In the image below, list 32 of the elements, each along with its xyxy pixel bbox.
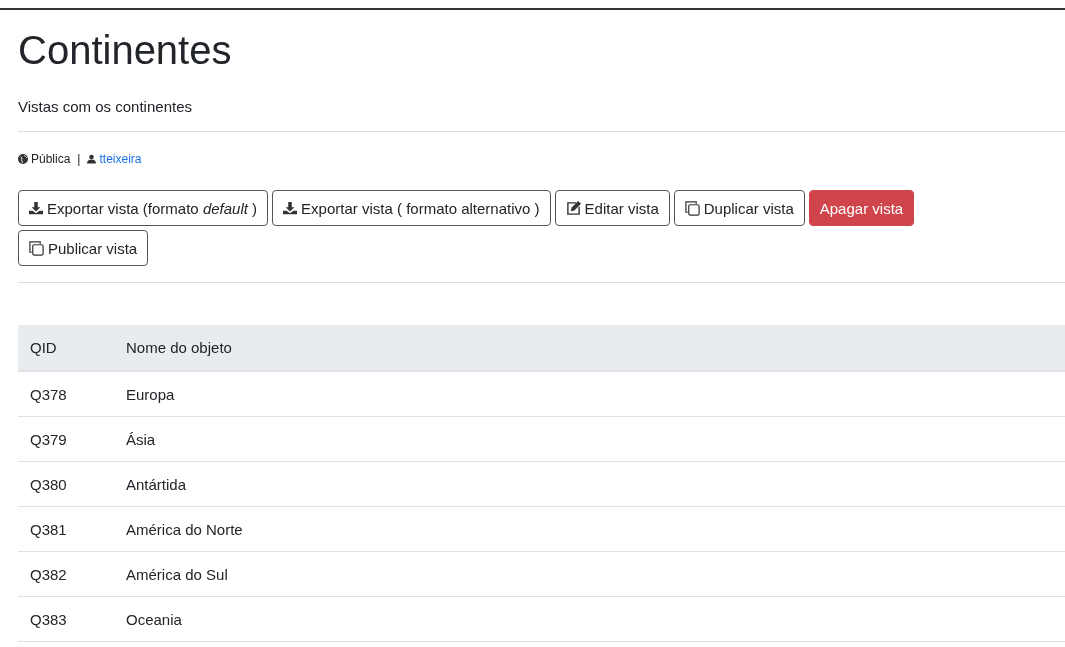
description: Vistas com os continentes <box>18 98 193 115</box>
table-cell: Europa <box>114 371 1065 417</box>
table-cell: Q382 <box>18 551 114 597</box>
separator: | <box>77 152 81 166</box>
table-cell: Q378 <box>18 371 114 417</box>
user-icon <box>87 154 97 164</box>
page-title: Continentes <box>18 27 233 74</box>
table-cell: Oceania <box>114 596 1065 642</box>
table-cell: América do Norte <box>114 506 1065 552</box>
download-icon <box>29 201 43 215</box>
author-link[interactable]: tteixeira <box>99 152 142 166</box>
action-button[interactable]: Editar vista <box>554 190 670 226</box>
visibility-label: Pública <box>31 152 71 166</box>
action-button[interactable]: Publicar vista <box>18 230 149 266</box>
action-button[interactable]: Exportar vista ( formato alternativo ) <box>272 190 551 226</box>
action-button[interactable]: Duplicar vista <box>673 190 805 226</box>
table-cell: América do Sul <box>114 551 1065 597</box>
table-cell: Antártida <box>114 461 1065 507</box>
action-button[interactable]: Apagar vista <box>808 190 915 226</box>
globe-icon <box>18 154 28 164</box>
table-cell: Ásia <box>114 416 1065 462</box>
table-cell: Q379 <box>18 416 114 462</box>
edit-icon <box>565 200 581 216</box>
copy-icon <box>29 240 44 256</box>
table-cell: Q383 <box>18 596 114 642</box>
download-icon <box>283 201 298 215</box>
column-header: QID <box>18 325 114 371</box>
column-header: Nome do objeto <box>114 325 1065 371</box>
action-button[interactable]: Exportar vista (formato default ) <box>18 190 269 226</box>
table-cell: Q381 <box>18 506 114 552</box>
table-cell: Q380 <box>18 461 114 507</box>
copy-icon <box>684 200 700 216</box>
